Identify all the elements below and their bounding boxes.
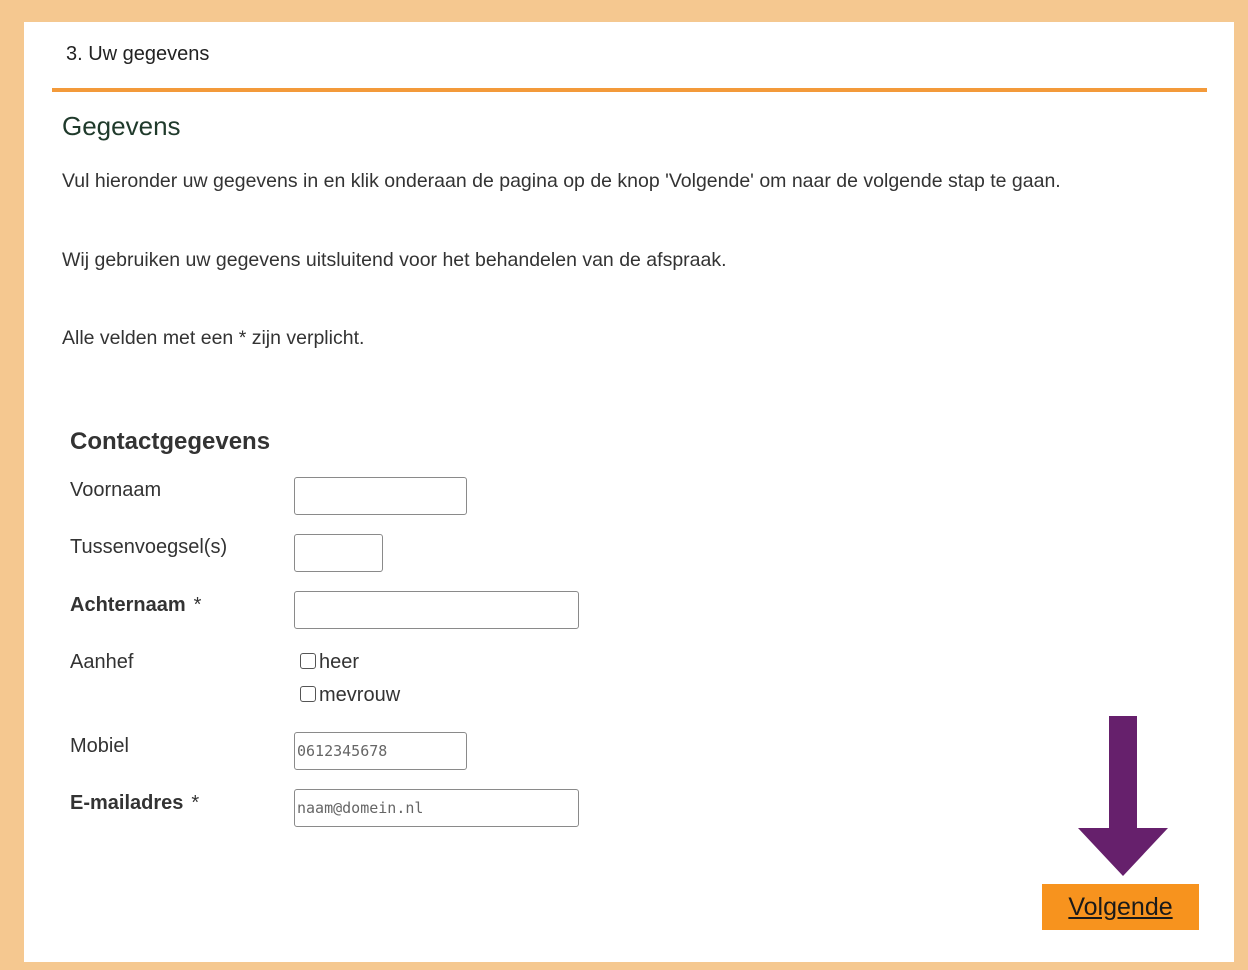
mobiel-label: Mobiel [70,735,129,757]
tussenvoegsel-label: Tussenvoegsel(s) [70,536,228,558]
mevrouw-checkbox[interactable] [300,685,316,702]
aanhef-label: Aanhef [70,651,134,673]
mevrouw-option-label: mevrouw [319,684,401,706]
next-button[interactable]: Volgende [1042,884,1199,930]
achternaam-label-text: Achternaam [70,594,186,616]
voornaam-label: Voornaam [70,479,162,501]
arrow-down-icon [1078,716,1168,876]
heer-checkbox[interactable] [300,652,316,669]
contact-heading: Contactgegevens [70,428,271,455]
intro-privacy: Wij gebruiken uw gegevens uitsluitend vo… [62,249,727,271]
intro-required-note: Alle velden met een * zijn verplicht. [62,327,365,349]
aanhef-option-heer[interactable]: heer [300,651,359,674]
achternaam-label: Achternaam * [70,594,201,617]
form-panel: 3. Uw gegevens Gegevens Vul hieronder uw… [24,22,1234,962]
step-header: 3. Uw gegevens [66,43,210,65]
required-star: * [191,792,200,814]
mobiel-input[interactable] [294,732,467,770]
section-title: Gegevens [62,111,181,141]
email-label-text: E-mailadres [70,792,184,814]
voornaam-input[interactable] [294,477,467,515]
email-label: E-mailadres * [70,792,199,815]
step-divider [52,88,1207,92]
required-star: * [193,594,202,616]
email-input[interactable] [294,789,579,827]
heer-option-label: heer [319,651,360,673]
tussenvoegsel-input[interactable] [294,534,383,572]
achternaam-input[interactable] [294,591,579,629]
aanhef-option-mevrouw[interactable]: mevrouw [300,684,400,707]
intro-instructions: Vul hieronder uw gegevens in en klik ond… [62,170,1061,192]
